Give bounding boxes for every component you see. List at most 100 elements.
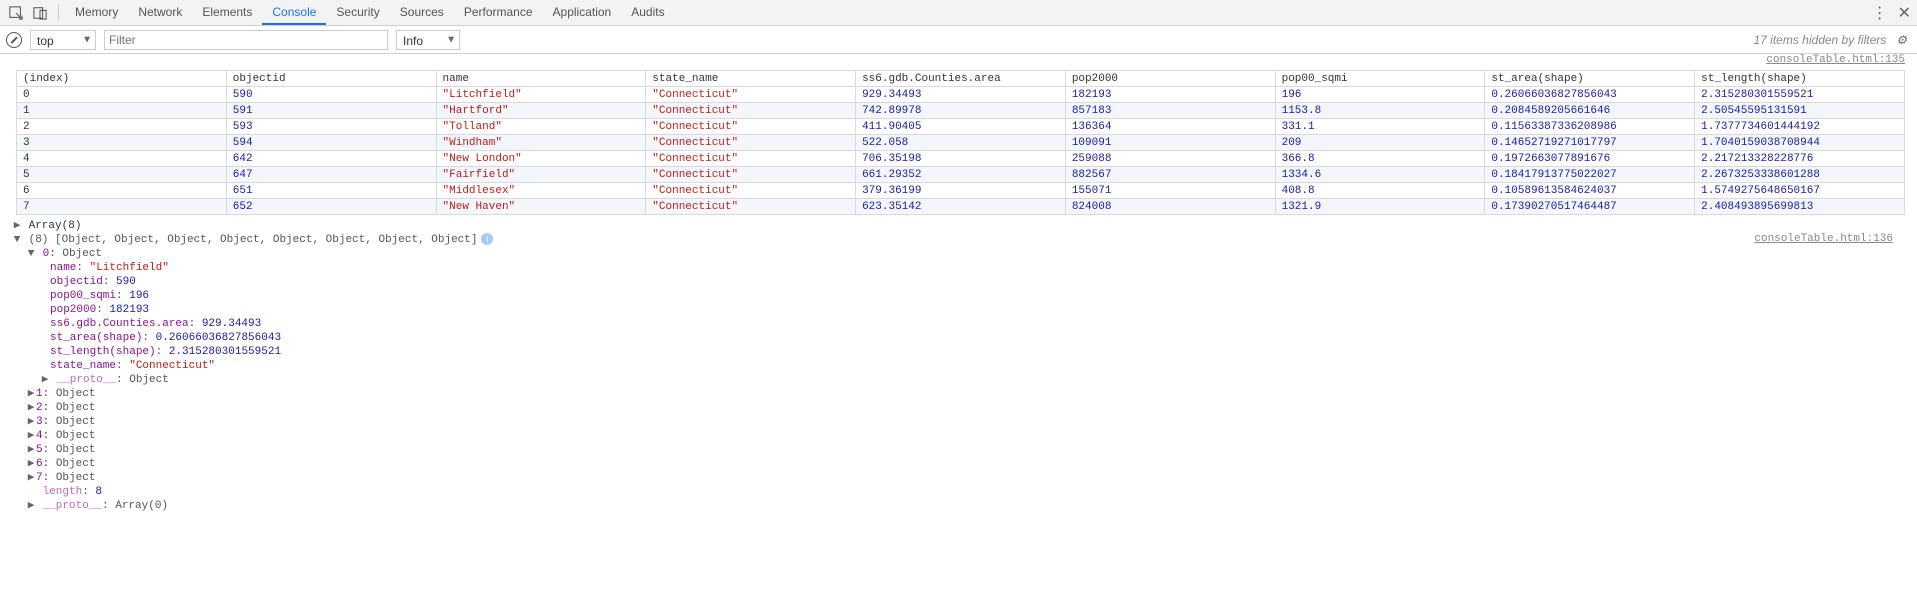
context-select[interactable]: top ▼ bbox=[30, 30, 96, 50]
tab-memory[interactable]: Memory bbox=[65, 0, 128, 25]
object-preview[interactable]: Object bbox=[56, 430, 96, 442]
table-cell: 824008 bbox=[1065, 199, 1275, 215]
disclosure-triangle[interactable]: ▶ bbox=[12, 219, 22, 233]
array-summary[interactable]: Array(8) bbox=[29, 220, 82, 232]
table-cell: 590 bbox=[226, 87, 436, 103]
object-preview[interactable]: Object bbox=[56, 388, 96, 400]
table-cell: 857183 bbox=[1065, 103, 1275, 119]
column-header[interactable]: pop00_sqmi bbox=[1275, 71, 1485, 87]
close-devtools-icon[interactable]: ✕ bbox=[1898, 3, 1911, 23]
disclosure-triangle[interactable]: ▶ bbox=[26, 499, 36, 513]
disclosure-triangle[interactable]: ▼ bbox=[26, 247, 36, 261]
column-header[interactable]: objectid bbox=[226, 71, 436, 87]
inspect-element-icon[interactable] bbox=[4, 0, 28, 25]
table-row[interactable]: 1591"Hartford""Connecticut"742.899788571… bbox=[17, 103, 1905, 119]
disclosure-triangle[interactable]: ▶ bbox=[26, 429, 36, 443]
disclosure-triangle[interactable]: ▼ bbox=[12, 233, 22, 247]
object-preview[interactable]: Object bbox=[56, 458, 96, 470]
source-link[interactable]: consoleTable.html:135 bbox=[0, 54, 1917, 70]
array-preview[interactable]: (8) [Object, Object, Object, Object, Obj… bbox=[29, 234, 494, 246]
table-cell: 647 bbox=[226, 167, 436, 183]
table-cell: 651 bbox=[226, 183, 436, 199]
object-preview[interactable]: Object bbox=[56, 416, 96, 428]
tab-elements[interactable]: Elements bbox=[192, 0, 262, 25]
table-cell: 0.1972663077891676 bbox=[1485, 151, 1695, 167]
table-row[interactable]: 2593"Tolland""Connecticut"411.9040513636… bbox=[17, 119, 1905, 135]
disclosure-triangle[interactable]: ▶ bbox=[26, 471, 36, 485]
table-row[interactable]: 0590"Litchfield""Connecticut"929.3449318… bbox=[17, 87, 1905, 103]
proto-value[interactable]: Array(0) bbox=[115, 500, 168, 512]
device-toggle-icon[interactable] bbox=[28, 0, 52, 25]
disclosure-triangle[interactable]: ▶ bbox=[26, 443, 36, 457]
table-cell: 155071 bbox=[1065, 183, 1275, 199]
log-level-select[interactable]: Info ▼ bbox=[396, 30, 460, 50]
disclosure-triangle[interactable]: ▶ bbox=[40, 373, 50, 387]
table-row[interactable]: 4642"New London""Connecticut"706.3519825… bbox=[17, 151, 1905, 167]
table-cell: 0.17390270517464487 bbox=[1485, 199, 1695, 215]
table-cell: 182193 bbox=[1065, 87, 1275, 103]
table-cell: "Connecticut" bbox=[646, 151, 856, 167]
tab-network[interactable]: Network bbox=[128, 0, 192, 25]
object-value: 0.26066036827856043 bbox=[156, 332, 281, 344]
tab-application[interactable]: Application bbox=[543, 0, 622, 25]
table-cell: 7 bbox=[17, 199, 227, 215]
object-key: pop00_sqmi bbox=[50, 290, 116, 302]
object-key[interactable]: 4: bbox=[36, 430, 56, 442]
column-header[interactable]: st_area(shape) bbox=[1485, 71, 1695, 87]
source-link[interactable]: consoleTable.html:136 bbox=[1754, 233, 1905, 249]
disclosure-triangle[interactable]: ▶ bbox=[26, 415, 36, 429]
more-options-icon[interactable]: ⋮ bbox=[1872, 3, 1888, 23]
tab-performance[interactable]: Performance bbox=[454, 0, 543, 25]
clear-console-button[interactable] bbox=[6, 32, 22, 48]
column-header[interactable]: state_name bbox=[646, 71, 856, 87]
object-value: 590 bbox=[116, 276, 136, 288]
proto-key[interactable]: __proto__ bbox=[43, 500, 102, 512]
gear-icon[interactable]: ⚙ bbox=[1896, 33, 1907, 47]
object-preview[interactable]: Object bbox=[62, 248, 102, 260]
tab-security[interactable]: Security bbox=[326, 0, 389, 25]
table-cell: "Litchfield" bbox=[436, 87, 646, 103]
proto-value[interactable]: Object bbox=[129, 374, 169, 386]
object-key[interactable]: 0: bbox=[43, 248, 56, 260]
column-header[interactable]: st_length(shape) bbox=[1695, 71, 1905, 87]
object-key: state_name bbox=[50, 360, 116, 372]
column-header[interactable]: name bbox=[436, 71, 646, 87]
object-value: 182193 bbox=[109, 304, 149, 316]
tab-console[interactable]: Console bbox=[262, 0, 326, 25]
object-key[interactable]: 6: bbox=[36, 458, 56, 470]
column-header[interactable]: (index) bbox=[17, 71, 227, 87]
tab-audits[interactable]: Audits bbox=[621, 0, 674, 25]
object-key[interactable]: 7: bbox=[36, 472, 56, 484]
column-header[interactable]: pop2000 bbox=[1065, 71, 1275, 87]
table-cell: "Connecticut" bbox=[646, 119, 856, 135]
disclosure-triangle[interactable]: ▶ bbox=[26, 457, 36, 471]
object-preview[interactable]: Object bbox=[56, 472, 96, 484]
table-row[interactable]: 3594"Windham""Connecticut"522.0581090912… bbox=[17, 135, 1905, 151]
disclosure-triangle[interactable]: ▶ bbox=[26, 401, 36, 415]
console-object-tree: ▶ Array(8) consoleTable.html:136 ▼ (8) [… bbox=[0, 217, 1917, 523]
object-key[interactable]: 2: bbox=[36, 402, 56, 414]
table-cell: 2 bbox=[17, 119, 227, 135]
object-key[interactable]: 3: bbox=[36, 416, 56, 428]
table-cell: 1.7040159038708944 bbox=[1695, 135, 1905, 151]
table-row[interactable]: 7652"New Haven""Connecticut"623.35142824… bbox=[17, 199, 1905, 215]
table-row[interactable]: 5647"Fairfield""Connecticut"661.29352882… bbox=[17, 167, 1905, 183]
table-cell: 1334.6 bbox=[1275, 167, 1485, 183]
object-preview[interactable]: Object bbox=[56, 402, 96, 414]
object-key: st_area(shape) bbox=[50, 332, 142, 344]
column-header[interactable]: ss6.gdb.Counties.area bbox=[856, 71, 1066, 87]
object-preview[interactable]: Object bbox=[56, 444, 96, 456]
disclosure-triangle[interactable]: ▶ bbox=[26, 387, 36, 401]
table-cell: 0 bbox=[17, 87, 227, 103]
proto-key[interactable]: __proto__ bbox=[57, 374, 116, 386]
table-cell: 652 bbox=[226, 199, 436, 215]
tab-sources[interactable]: Sources bbox=[390, 0, 454, 25]
table-cell: 0.14652719271017797 bbox=[1485, 135, 1695, 151]
table-cell: 366.8 bbox=[1275, 151, 1485, 167]
length-key: length bbox=[43, 486, 83, 498]
table-row[interactable]: 6651"Middlesex""Connecticut"379.36199155… bbox=[17, 183, 1905, 199]
object-key[interactable]: 1: bbox=[36, 388, 56, 400]
filter-input[interactable] bbox=[104, 30, 388, 50]
table-cell: 209 bbox=[1275, 135, 1485, 151]
object-key[interactable]: 5: bbox=[36, 444, 56, 456]
